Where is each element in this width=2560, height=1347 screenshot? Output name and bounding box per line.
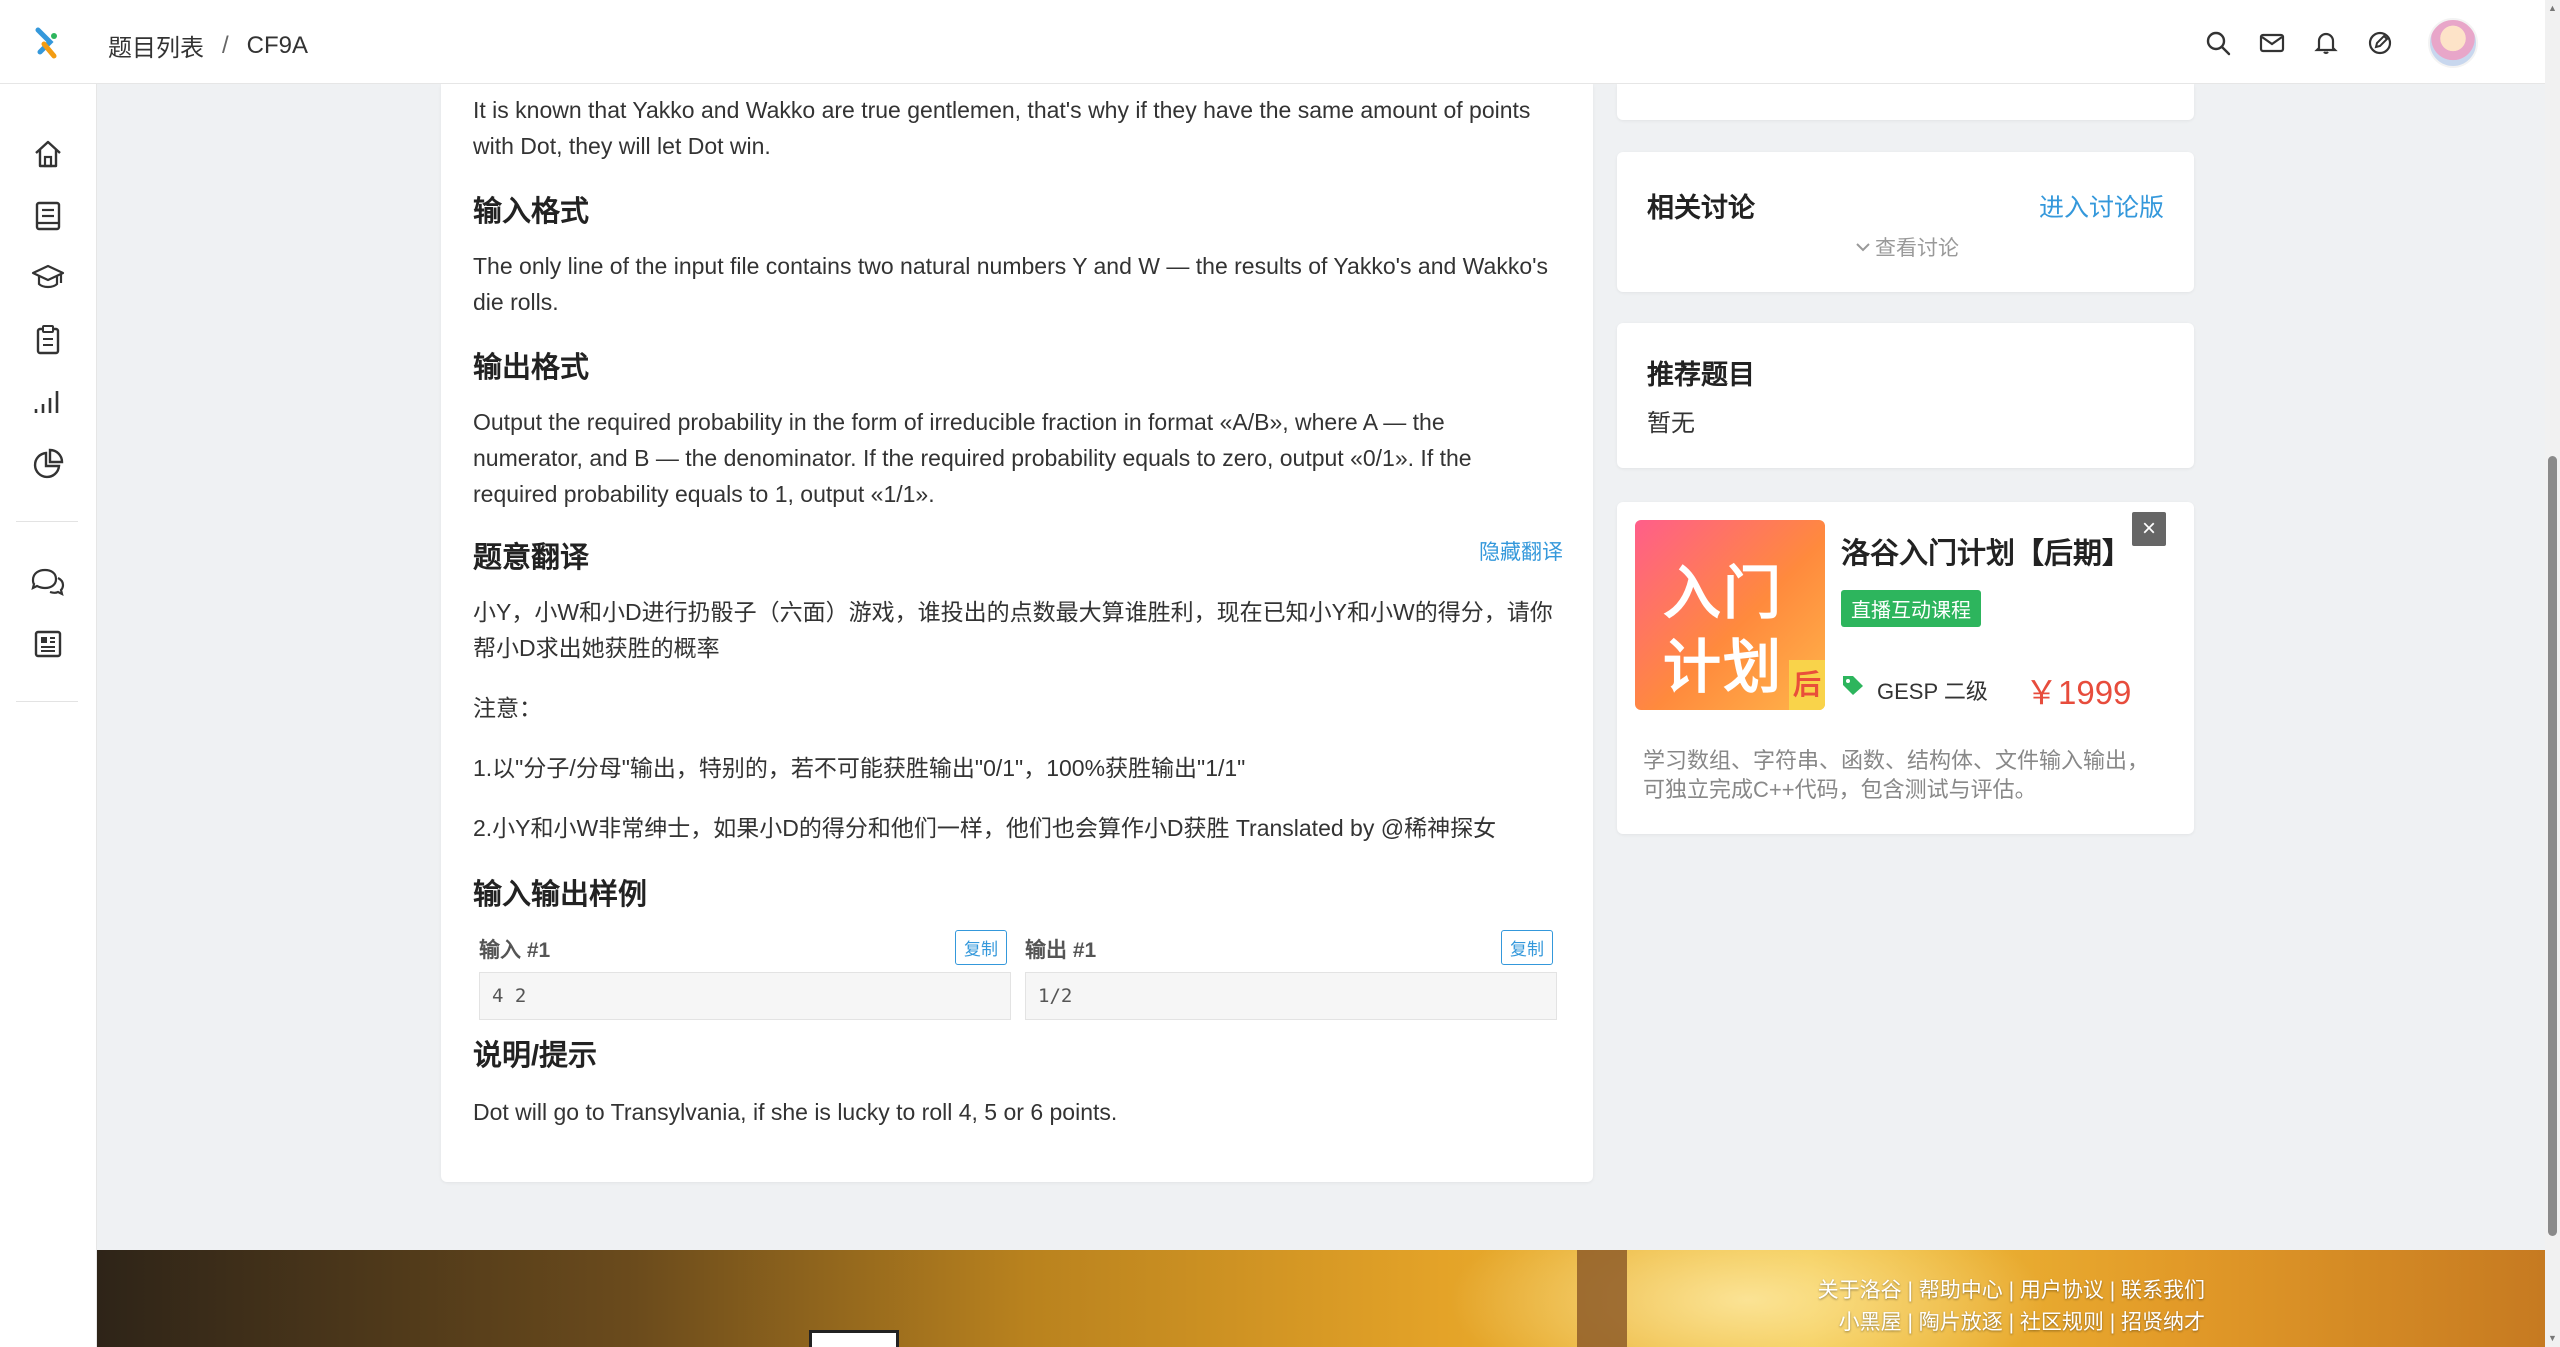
footer-links-row1[interactable]: 关于洛谷 | 帮助中心 | 用户协议 | 联系我们 — [1818, 1274, 2205, 1304]
clipboard-icon[interactable] — [30, 322, 66, 358]
discussion-title: 相关讨论 — [1647, 193, 1755, 223]
signal-bars-icon[interactable] — [30, 384, 66, 420]
top-bar: 题目列表 / CF9A — [0, 0, 2545, 84]
breadcrumb-current: CF9A — [246, 31, 309, 59]
home-icon[interactable] — [30, 136, 66, 172]
ad-card[interactable]: 入门 计划 后 洛谷入门计划【后期】 直播互动课程 GESP 二级 ￥1999 … — [1617, 502, 2194, 834]
ad-price: ￥1999 — [2025, 674, 2132, 711]
input-format-text: The only line of the input file contains… — [473, 253, 1549, 315]
user-avatar[interactable] — [2428, 18, 2478, 68]
luogu-logo[interactable] — [30, 26, 66, 62]
copy-input-button[interactable]: 复制 — [955, 930, 1007, 965]
ad-image-tag: 后 — [1789, 660, 1825, 710]
book-icon[interactable] — [30, 198, 66, 234]
close-icon[interactable]: × — [2132, 512, 2166, 546]
output-format-heading: 输出格式 — [473, 352, 590, 384]
sample-input-box[interactable]: 4 2 — [479, 972, 1011, 1020]
ad-level: GESP 二级 — [1877, 679, 1988, 704]
sample-output-box[interactable]: 1/2 — [1025, 972, 1557, 1020]
edit-icon[interactable] — [2365, 28, 2395, 58]
pie-chart-icon[interactable] — [30, 446, 66, 482]
hint-heading: 说明/提示 — [473, 1040, 598, 1072]
ad-image[interactable]: 入门 计划 后 — [1635, 520, 1825, 710]
scrollbar[interactable]: ▲ ▼ — [2545, 0, 2560, 1347]
sidebar-divider — [16, 701, 78, 702]
previous-card-bottom — [1617, 84, 2194, 120]
sample-output-label: 输出 #1 — [1025, 939, 1097, 962]
footer: 关于洛谷 | 帮助中心 | 用户协议 | 联系我们 小黑屋 | 陶片放逐 | 社… — [97, 1250, 2545, 1347]
recommend-card: 推荐题目 暂无 — [1617, 323, 2194, 468]
hint-text: Dot will go to Transylvania, if she is l… — [473, 1099, 1118, 1125]
news-icon[interactable] — [30, 626, 66, 662]
footer-decoration — [1577, 1250, 1627, 1347]
chat-icon[interactable] — [30, 564, 66, 600]
discussion-card: 相关讨论 进入讨论版 查看讨论 — [1617, 152, 2194, 292]
hide-translation-link[interactable]: 隐藏翻译 — [1479, 536, 1563, 566]
ad-image-line2: 计划 — [1663, 633, 1784, 701]
ad-title[interactable]: 洛谷入门计划【后期】 — [1841, 530, 2131, 572]
sidebar-divider — [16, 521, 78, 522]
breadcrumb-problem-list[interactable]: 题目列表 — [108, 28, 204, 63]
mail-icon[interactable] — [2257, 28, 2287, 58]
ad-image-line1: 入门 — [1663, 559, 1784, 627]
translation-note: 注意： — [473, 695, 542, 721]
translation-rule-2: 2.小Y和小W非常绅士，如果小D的得分和他们一样，他们也会算作小D获胜 Tran… — [473, 815, 1497, 841]
scroll-up-arrow[interactable]: ▲ — [2548, 4, 2557, 13]
breadcrumb: 题目列表 / CF9A — [108, 28, 308, 63]
scrollbar-thumb[interactable] — [2548, 456, 2557, 1236]
copy-output-button[interactable]: 复制 — [1501, 930, 1553, 965]
ad-description: 学习数组、字符串、函数、结构体、文件输入输出，可独立完成C++代码，包含测试与评… — [1643, 748, 2150, 802]
output-format-text: Output the required probability in the f… — [473, 409, 1472, 507]
bell-icon[interactable] — [2311, 28, 2341, 58]
recommend-title: 推荐题目 — [1647, 360, 1755, 390]
view-discussion-toggle[interactable]: 查看讨论 — [1855, 232, 1959, 262]
qr-code — [809, 1330, 899, 1347]
sample-input-label: 输入 #1 — [479, 939, 551, 962]
sidebar — [0, 84, 97, 1347]
footer-links-row2[interactable]: 小黑屋 | 陶片放逐 | 社区规则 | 招贤纳才 — [1839, 1306, 2205, 1336]
samples-heading: 输入输出样例 — [473, 879, 648, 911]
chevron-down-icon — [1856, 243, 1870, 252]
recommend-empty: 暂无 — [1647, 410, 1695, 437]
graduation-cap-icon[interactable] — [30, 260, 66, 296]
breadcrumb-separator: / — [222, 31, 229, 59]
translation-heading: 题意翻译 — [473, 542, 590, 574]
input-format-heading: 输入格式 — [473, 196, 590, 228]
problem-intro: It is known that Yakko and Wakko are tru… — [473, 97, 1531, 159]
search-icon[interactable] — [2203, 28, 2233, 58]
problem-card: It is known that Yakko and Wakko are tru… — [441, 84, 1593, 1182]
enter-discussion-link[interactable]: 进入讨论版 — [2039, 188, 2164, 224]
ad-badge: 直播互动课程 — [1841, 590, 1981, 627]
top-icons — [2203, 28, 2395, 58]
translation-rule-1: 1.以"分子/分母"输出，特别的，若不可能获胜输出"0/1"，100%获胜输出"… — [473, 755, 1246, 781]
translation-paragraph: 小Y，小W和小D进行扔骰子（六面）游戏，谁投出的点数最大算谁胜利，现在已知小Y和… — [473, 599, 1553, 661]
view-discussion-label: 查看讨论 — [1875, 237, 1959, 260]
scroll-down-arrow[interactable]: ▼ — [2548, 1334, 2557, 1343]
tag-icon — [1841, 674, 1867, 701]
